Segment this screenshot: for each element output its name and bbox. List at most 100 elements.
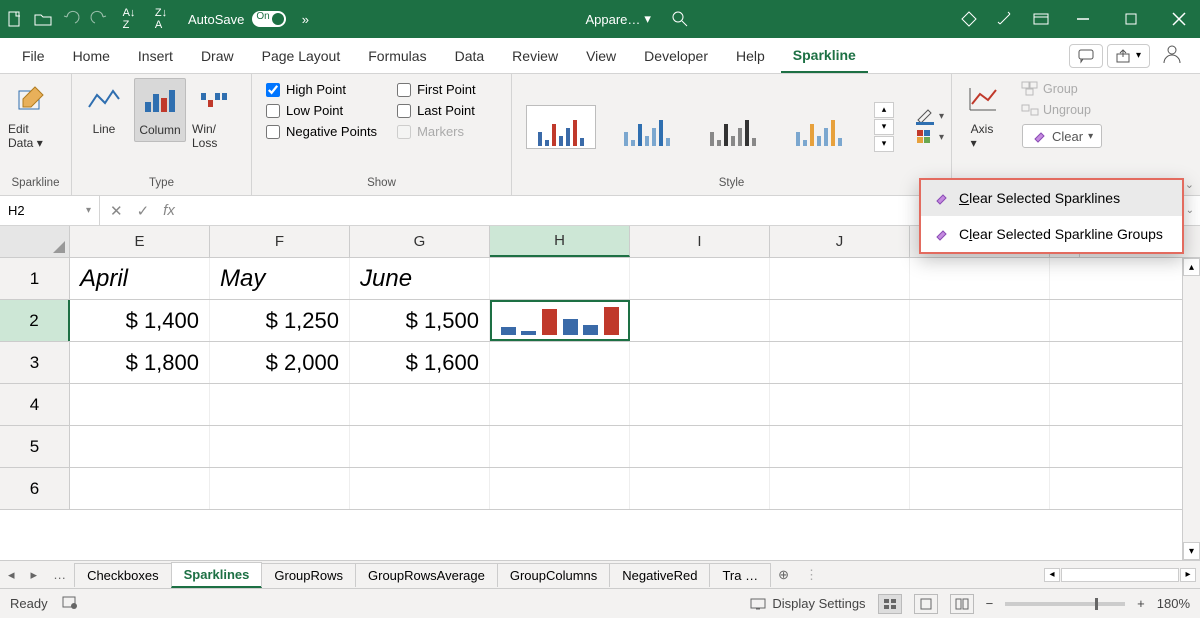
style-swatch-1[interactable]: [526, 105, 596, 149]
cell-I3[interactable]: [630, 342, 770, 383]
sheet-tab-checkboxes[interactable]: Checkboxes: [74, 563, 172, 587]
view-page-layout-button[interactable]: [914, 594, 938, 614]
cell-I1[interactable]: [630, 258, 770, 299]
select-all-corner[interactable]: [0, 226, 70, 257]
row-header-6[interactable]: 6: [0, 468, 70, 509]
worksheet-grid[interactable]: E F G H I J K L 1 April May June 2 $ 1,4…: [0, 226, 1200, 560]
redo-icon[interactable]: [90, 10, 108, 28]
new-sheet-button[interactable]: ⊕: [770, 567, 797, 583]
style-swatch-4[interactable]: [784, 105, 854, 149]
minimize-button[interactable]: [1068, 4, 1098, 34]
row-header-3[interactable]: 3: [0, 342, 70, 383]
marker-color-button[interactable]: ▾: [916, 129, 944, 145]
view-page-break-button[interactable]: [950, 594, 974, 614]
zoom-slider[interactable]: [1005, 602, 1125, 606]
type-line-button[interactable]: Line: [78, 78, 130, 140]
search-icon[interactable]: [671, 10, 689, 28]
undo-icon[interactable]: [62, 10, 80, 28]
comments-button[interactable]: [1069, 44, 1103, 68]
fx-icon[interactable]: fx: [163, 202, 175, 219]
col-header-H[interactable]: H: [490, 226, 630, 257]
check-low-point[interactable]: Low Point: [266, 103, 377, 118]
axis-button[interactable]: Axis▾: [958, 78, 1006, 154]
gallery-spin[interactable]: ▴▾▾: [874, 102, 894, 152]
sheet-tab-sparklines[interactable]: Sparklines: [171, 562, 263, 588]
zoom-level[interactable]: 180%: [1157, 596, 1190, 611]
sparkline-color-button[interactable]: ▾: [916, 108, 944, 124]
clear-selected-sparklines[interactable]: Clear Selected Sparklines: [921, 180, 1182, 216]
enter-icon[interactable]: ✓: [137, 202, 150, 220]
cell-G2[interactable]: $ 1,500: [350, 300, 490, 341]
check-first-point[interactable]: First Point: [397, 82, 476, 97]
col-header-G[interactable]: G: [350, 226, 490, 257]
row-header-5[interactable]: 5: [0, 426, 70, 467]
document-title[interactable]: Appare… ▾: [585, 11, 650, 27]
cell-K3[interactable]: [910, 342, 1050, 383]
cancel-icon[interactable]: ✕: [110, 202, 123, 220]
maximize-button[interactable]: [1116, 4, 1146, 34]
tab-view[interactable]: View: [574, 40, 628, 72]
cell-H1[interactable]: [490, 258, 630, 299]
qat-overflow-icon[interactable]: »: [296, 10, 314, 28]
tab-developer[interactable]: Developer: [632, 40, 720, 72]
cell-E2[interactable]: $ 1,400: [70, 300, 210, 341]
tab-help[interactable]: Help: [724, 40, 777, 72]
zoom-out-button[interactable]: −: [986, 596, 994, 611]
autosave-toggle[interactable]: On: [252, 11, 286, 27]
sort-desc-icon[interactable]: Z↓A: [150, 10, 172, 28]
row-header-2[interactable]: 2: [0, 300, 70, 341]
tab-data[interactable]: Data: [443, 40, 497, 72]
style-gallery[interactable]: ▴▾▾: [518, 98, 902, 156]
col-header-I[interactable]: I: [630, 226, 770, 257]
sheet-tab-negativered[interactable]: NegativeRed: [609, 563, 710, 587]
cell-F3[interactable]: $ 2,000: [210, 342, 350, 383]
cell-E3[interactable]: $ 1,800: [70, 342, 210, 383]
clear-button[interactable]: Clear ▾: [1022, 124, 1102, 148]
sparkle-icon[interactable]: [996, 10, 1014, 28]
account-icon[interactable]: [1154, 44, 1190, 67]
diamond-icon[interactable]: [960, 10, 978, 28]
cell-H3[interactable]: [490, 342, 630, 383]
tab-nav-more[interactable]: …: [45, 567, 74, 582]
horizontal-scrollbar[interactable]: ◂▸: [1040, 568, 1200, 582]
cell-H2-active[interactable]: [490, 300, 630, 341]
type-winloss-button[interactable]: Win/ Loss: [190, 78, 242, 154]
tab-file[interactable]: File: [10, 40, 57, 72]
style-swatch-3[interactable]: [698, 105, 768, 149]
zoom-in-button[interactable]: +: [1137, 596, 1145, 611]
tab-nav-prev[interactable]: ◂: [0, 567, 23, 583]
check-markers[interactable]: Markers: [397, 124, 476, 139]
cell-F2[interactable]: $ 1,250: [210, 300, 350, 341]
col-header-F[interactable]: F: [210, 226, 350, 257]
type-column-button[interactable]: Column: [134, 78, 186, 142]
display-settings-button[interactable]: Display Settings: [750, 596, 865, 611]
row-header-4[interactable]: 4: [0, 384, 70, 425]
vertical-scrollbar[interactable]: ▴ ▾: [1182, 258, 1200, 560]
close-button[interactable]: [1164, 4, 1194, 34]
cell-F1[interactable]: May: [210, 258, 350, 299]
sheet-tab-grouprows[interactable]: GroupRows: [261, 563, 356, 587]
cell-J3[interactable]: [770, 342, 910, 383]
ungroup-button[interactable]: Ungroup: [1022, 103, 1102, 117]
tab-draw[interactable]: Draw: [189, 40, 246, 72]
check-negative[interactable]: Negative Points: [266, 124, 377, 139]
tab-page-layout[interactable]: Page Layout: [250, 40, 353, 72]
check-last-point[interactable]: Last Point: [397, 103, 476, 118]
check-high-point[interactable]: High Point: [266, 82, 377, 97]
ribbon-display-icon[interactable]: [1032, 10, 1050, 28]
edit-data-button[interactable]: Edit Data ▾: [6, 78, 58, 154]
cell-G3[interactable]: $ 1,600: [350, 342, 490, 383]
cell-G1[interactable]: June: [350, 258, 490, 299]
view-normal-button[interactable]: [878, 594, 902, 614]
sheet-tab-grouprowsaverage[interactable]: GroupRowsAverage: [355, 563, 498, 587]
name-box[interactable]: H2 ▾: [0, 196, 100, 225]
cell-J1[interactable]: [770, 258, 910, 299]
sheet-tab-groupcolumns[interactable]: GroupColumns: [497, 563, 610, 587]
cell-E1[interactable]: April: [70, 258, 210, 299]
tab-insert[interactable]: Insert: [126, 40, 185, 72]
style-swatch-2[interactable]: [612, 105, 682, 149]
tab-review[interactable]: Review: [500, 40, 570, 72]
new-file-icon[interactable]: [6, 10, 24, 28]
sheet-tab-tra[interactable]: Tra …: [709, 563, 771, 587]
row-header-1[interactable]: 1: [0, 258, 70, 299]
